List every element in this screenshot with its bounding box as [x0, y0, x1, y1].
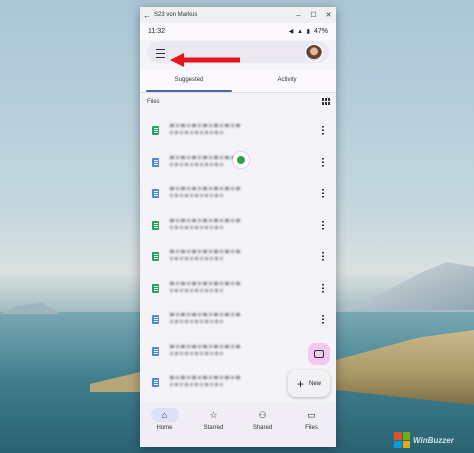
phone-mirror-window: ← S23 von Markus – ☐ ✕ 11:32 ◀ ▲ ▮ 47% S…	[140, 7, 336, 447]
nav-files-label: Files	[305, 425, 318, 431]
home-icon: ⌂	[150, 408, 179, 422]
list-item[interactable]	[140, 210, 336, 242]
redacted-file-name	[170, 281, 290, 295]
red-arrow-annotation	[170, 53, 240, 67]
redacted-file-name	[170, 250, 290, 263]
list-item[interactable]	[140, 115, 336, 147]
docs-file-icon	[152, 189, 159, 198]
status-bar: 11:32 ◀ ▲ ▮ 47%	[140, 23, 336, 40]
redacted-file-name	[170, 187, 290, 200]
menu-icon[interactable]	[156, 49, 165, 58]
docs-file-icon	[152, 378, 159, 387]
list-item[interactable]	[140, 147, 336, 179]
nav-home-label: Home	[156, 425, 173, 431]
files-header: Files	[147, 99, 160, 105]
bottom-navigation: ⌂ Home ☆ Starred ⚇ Shared ▭ Files	[140, 402, 336, 447]
docs-file-icon	[152, 157, 159, 167]
avatar[interactable]	[305, 44, 323, 62]
more-options-icon[interactable]	[322, 188, 324, 198]
windows-logo-icon	[394, 432, 410, 448]
file-list	[140, 115, 336, 399]
more-options-icon[interactable]	[322, 282, 324, 293]
minimize-icon[interactable]: –	[291, 12, 306, 19]
more-options-icon[interactable]	[322, 219, 324, 230]
divider	[140, 92, 336, 93]
maximize-icon[interactable]: ☐	[306, 11, 321, 19]
back-arrow-icon[interactable]: ←	[140, 11, 154, 20]
status-icons: ◀ ▲ ▮	[288, 29, 311, 35]
sheets-file-icon	[152, 252, 159, 261]
redacted-file-name	[170, 344, 290, 358]
tab-activity[interactable]: Activity	[238, 70, 336, 92]
list-item[interactable]	[140, 304, 336, 336]
background-mountain	[340, 262, 474, 310]
new-button-label: New	[309, 380, 322, 387]
watermark: WinBuzzer	[394, 429, 472, 451]
redacted-file-name	[170, 376, 290, 389]
close-icon[interactable]: ✕	[321, 11, 336, 19]
nav-shared[interactable]: ⚇ Shared	[238, 402, 287, 447]
watermark-text: WinBuzzer	[413, 435, 454, 445]
more-options-icon[interactable]	[322, 251, 324, 261]
list-item[interactable]	[140, 273, 336, 305]
nav-starred-label: Starred	[203, 425, 224, 431]
new-button[interactable]: + New	[288, 370, 330, 397]
status-time: 11:32	[148, 28, 165, 35]
plus-icon: +	[296, 376, 304, 391]
list-item[interactable]	[140, 178, 336, 210]
shared-icon: ⚇	[258, 409, 267, 420]
list-item[interactable]	[140, 241, 336, 273]
battery-level: 47%	[313, 28, 328, 35]
sheets-file-icon	[152, 126, 159, 135]
nav-starred[interactable]: ☆ Starred	[189, 402, 238, 447]
redacted-file-name	[170, 124, 290, 137]
folder-icon: ▭	[307, 409, 316, 420]
more-options-icon[interactable]	[322, 125, 324, 135]
nav-files[interactable]: ▭ Files	[287, 402, 336, 447]
tab-suggested[interactable]: Suggested	[140, 70, 238, 92]
tab-bar: Suggested Activity	[140, 70, 336, 92]
docs-file-icon	[152, 315, 159, 324]
docs-file-icon	[152, 346, 159, 356]
camera-icon	[314, 350, 324, 358]
star-icon: ☆	[209, 409, 218, 420]
list-item[interactable]	[140, 336, 336, 368]
sheets-file-icon	[152, 220, 159, 230]
scan-button[interactable]	[308, 343, 330, 365]
sheets-file-icon	[152, 283, 159, 293]
redacted-file-name	[170, 313, 290, 326]
more-options-icon[interactable]	[322, 156, 324, 167]
redacted-file-name	[170, 218, 290, 232]
more-options-icon[interactable]	[322, 314, 324, 324]
shared-badge-icon	[233, 151, 249, 168]
window-titlebar: ← S23 von Markus – ☐ ✕	[140, 7, 336, 23]
nav-home[interactable]: ⌂ Home	[140, 402, 189, 447]
nav-shared-label: Shared	[252, 425, 273, 431]
redacted-file-name	[170, 155, 290, 169]
background-hill	[0, 302, 60, 314]
grid-view-icon[interactable]	[322, 98, 330, 105]
window-title: S23 von Markus	[154, 12, 198, 18]
